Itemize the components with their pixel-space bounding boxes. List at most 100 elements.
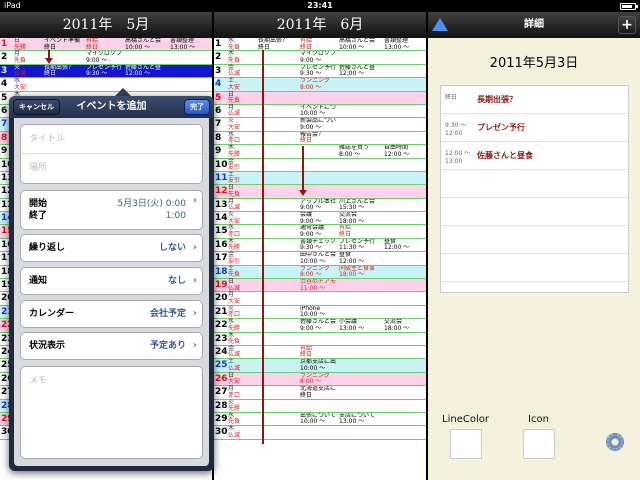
- event-entry[interactable]: ランニング 8:00 〜: [300, 373, 370, 386]
- day-row[interactable]: 8 水赤口 報告会？ 終日: [214, 131, 426, 146]
- day-row[interactable]: 12 日先負: [214, 185, 426, 199]
- event-entry[interactable]: 自由時間 12:00 〜: [384, 145, 426, 158]
- end-label: 終了: [29, 211, 48, 221]
- day-row[interactable]: 22 水先勝 佐藤さんと会 9:00 〜小会議 13:00 〜交流会 18:00 〜: [214, 319, 426, 333]
- event-entry[interactable]: 書類整理 13:00 〜: [384, 38, 426, 51]
- day-number: 23: [215, 333, 228, 344]
- calendar-cell[interactable]: カレンダー 会社予定 ›: [21, 301, 202, 327]
- event-time: 10:00 〜: [300, 364, 326, 372]
- event-title: 長期出張？: [477, 95, 517, 104]
- day-row[interactable]: 18 土先負 ランニング 8:00 〜同級生と食事 18:00 〜: [214, 265, 426, 280]
- day-row[interactable]: 29 水先負 出張について 10:00 〜支店について 13:00 〜: [214, 412, 426, 427]
- status-cell[interactable]: 状況表示 予定あり ›: [21, 333, 202, 359]
- day-row[interactable]: 11 土友引: [214, 171, 426, 186]
- memo-field[interactable]: メモ: [21, 367, 202, 396]
- detail-event-item[interactable]: 12:00 〜 13:00 佐藤さんと昼食: [441, 142, 628, 170]
- event-entry[interactable]: 報告会？ 終日: [300, 132, 370, 145]
- day-row[interactable]: 3 火仏滅 長期出張？ 終日 プレゼン予行 9:30 〜佐藤さんと昼 12:00 〜: [0, 64, 212, 79]
- day-number: 1: [215, 39, 222, 49]
- day-of-week: 水先勝: [228, 319, 258, 332]
- event-entry[interactable]: 昼食 12:00 〜: [339, 252, 409, 265]
- day-row[interactable]: 10 金友引: [214, 158, 426, 172]
- up-arrow-icon[interactable]: [432, 18, 448, 31]
- day-number: 25: [215, 360, 228, 371]
- day-row[interactable]: 17 金友引 田中さんと会 10:00 〜昼食 12:00 〜: [214, 252, 426, 266]
- month-view-june[interactable]: 2011年 6月 1 水先負 長期出張？ 終日 有給 終日 高橋さんと会 10:00 〜書類整…: [214, 12, 426, 480]
- day-row[interactable]: 14 火大安 会議 9:00 〜交流会 18:00 〜: [214, 212, 426, 226]
- day-row[interactable]: 7 火大安 新製品につい 9:00 〜: [214, 118, 426, 132]
- event-entry[interactable]: 交流会 18:00 〜: [339, 212, 409, 225]
- event-entry[interactable]: イベントにつ 10:00 〜: [300, 105, 370, 118]
- event-entry[interactable]: 新製品につい 9:00 〜: [300, 118, 370, 131]
- day-row[interactable]: 2 月先負 マイクロソフ 9:00 〜: [0, 51, 212, 65]
- day-row[interactable]: 16 木先勝 書類チェック 9:30 〜プレゼン予行 11:30 〜昼食 12:00 〜: [214, 238, 426, 253]
- day-row[interactable]: 26 日大安 ランニング 8:00 〜: [214, 372, 426, 387]
- title-field[interactable]: タイトル: [21, 125, 202, 154]
- event-entry[interactable]: 川上さんと会 15:30 〜: [339, 199, 409, 212]
- event-entry[interactable]: 同級生と食事 18:00 〜: [339, 266, 409, 279]
- empty-row: [441, 254, 628, 282]
- detail-event-item[interactable]: 終日 長期出張？: [441, 86, 628, 114]
- detail-event-item[interactable]: 9:30 〜 12:00 プレゼン予行: [441, 114, 628, 142]
- day-row[interactable]: 4 水大安: [0, 78, 212, 92]
- event-entry[interactable]: 有給 終日: [300, 346, 370, 359]
- day-row[interactable]: 24 金仏滅 有給 終日: [214, 345, 426, 360]
- start-end-cell[interactable]: 開始 終了 5月3日(火) 0:00 1:00 ›: [21, 191, 202, 229]
- detail-event-list[interactable]: 終日 長期出張？ 9:30 〜 12:00 プレゼン予行 12:00 〜 13:00 佐藤さん…: [440, 85, 629, 293]
- icon-swatch[interactable]: [523, 429, 555, 459]
- repeat-cell[interactable]: 繰り返し しない ›: [21, 235, 202, 261]
- day-number: 26: [215, 373, 228, 384]
- event-entry[interactable]: 昼食 12:00 〜: [384, 239, 426, 252]
- event-entry[interactable]: マイクロソフ 9:00 〜: [300, 51, 370, 64]
- day-number: 20: [215, 293, 228, 304]
- day-row[interactable]: 4 土大安 ランニング 8:00 〜: [214, 78, 426, 92]
- event-entry[interactable]: 佐藤さんと昼 12:00 〜: [339, 65, 409, 78]
- line-color-swatch[interactable]: [450, 429, 482, 459]
- day-number: 13: [215, 199, 228, 210]
- day-row[interactable]: 19 日仏滅 渋谷のドアモ 11:00 〜: [214, 279, 426, 293]
- event-time: 18:00 〜: [339, 271, 365, 279]
- day-row[interactable]: 25 土仏滅 京都支店に出 10:00 〜: [214, 359, 426, 373]
- detail-header: 詳細 +: [428, 12, 640, 38]
- day-row[interactable]: 28 火先勝: [214, 399, 426, 413]
- day-row[interactable]: 27 月赤口 北海道支店に 終日: [214, 386, 426, 400]
- event-entry[interactable]: 支店について 13:00 〜: [339, 413, 409, 426]
- day-row[interactable]: 5 日先負: [214, 91, 426, 105]
- day-of-week: 木先負: [228, 332, 258, 346]
- event-entry[interactable]: 北海道支店に 終日: [300, 386, 370, 399]
- alert-cell[interactable]: 通知 なし ›: [21, 268, 202, 294]
- event-time: 10:00 〜: [300, 311, 326, 319]
- day-row[interactable]: 23 木先負: [214, 332, 426, 346]
- done-button[interactable]: 完了: [184, 99, 210, 115]
- gear-icon[interactable]: [606, 433, 624, 451]
- location-field[interactable]: 場所: [21, 154, 202, 183]
- day-row[interactable]: 6 月仏滅 イベントにつ 10:00 〜: [214, 104, 426, 119]
- event-entry[interactable]: 京都支店に出 10:00 〜: [300, 359, 370, 372]
- day-row[interactable]: 1 水先負 長期出張？ 終日 有給 終日 高橋さんと会 10:00 〜書類整理 13:00 〜: [214, 37, 426, 52]
- alert-group: 通知 なし ›: [20, 267, 203, 295]
- event-entry[interactable]: 有給 終日: [339, 225, 409, 238]
- event-entry[interactable]: 交流会 18:00 〜: [384, 319, 426, 332]
- day-row[interactable]: 15 水赤口 通常会議 9:00 〜有給 終日: [214, 225, 426, 239]
- day-row[interactable]: 13 月仏滅 アップル本社 9:00 〜川上さんと会 15:30 〜: [214, 198, 426, 213]
- day-row[interactable]: 3 金仏滅 プレゼン予行 9:30 〜佐藤さんと昼 12:00 〜: [214, 64, 426, 79]
- cancel-button[interactable]: キャンセル: [13, 99, 60, 115]
- event-entry[interactable]: 佐藤さんと昼 12:00 〜: [125, 65, 195, 78]
- day-row[interactable]: 21 火赤口 iPhone 10:00 〜: [214, 305, 426, 320]
- event-entry[interactable]: 書類整理 13:00 〜: [170, 38, 212, 51]
- day-row[interactable]: 1 日先勝 イベント準備 終日 有給 終日 高橋さんと会 10:00 〜書類整理 13:00 〜: [0, 37, 212, 52]
- day-of-week: 火先勝: [228, 399, 258, 413]
- day-of-week: 日仏滅: [228, 279, 258, 292]
- event-entry[interactable]: ランニング 8:00 〜: [300, 78, 370, 91]
- event-time: 18:00 〜: [384, 324, 410, 332]
- day-row[interactable]: 20 月大安: [214, 292, 426, 306]
- day-list[interactable]: 1 水先負 長期出張？ 終日 有給 終日 高橋さんと会 10:00 〜書類整理 13:00 〜 2…: [214, 37, 426, 444]
- add-event-button[interactable]: +: [618, 16, 636, 34]
- event-time: 9:00 〜: [300, 123, 322, 131]
- event-entry[interactable]: 渋谷のドアモ 11:00 〜: [300, 279, 370, 292]
- day-row[interactable]: 9 木先勝 雑誌を買う 8:00 〜自由時間 12:00 〜: [214, 145, 426, 159]
- event-entry[interactable]: マイクロソフ 9:00 〜: [86, 51, 156, 64]
- event-entry[interactable]: iPhone 10:00 〜: [300, 306, 370, 319]
- day-row[interactable]: 30 木仏滅: [214, 426, 426, 440]
- day-row[interactable]: 2 木先負 マイクロソフ 9:00 〜: [214, 51, 426, 65]
